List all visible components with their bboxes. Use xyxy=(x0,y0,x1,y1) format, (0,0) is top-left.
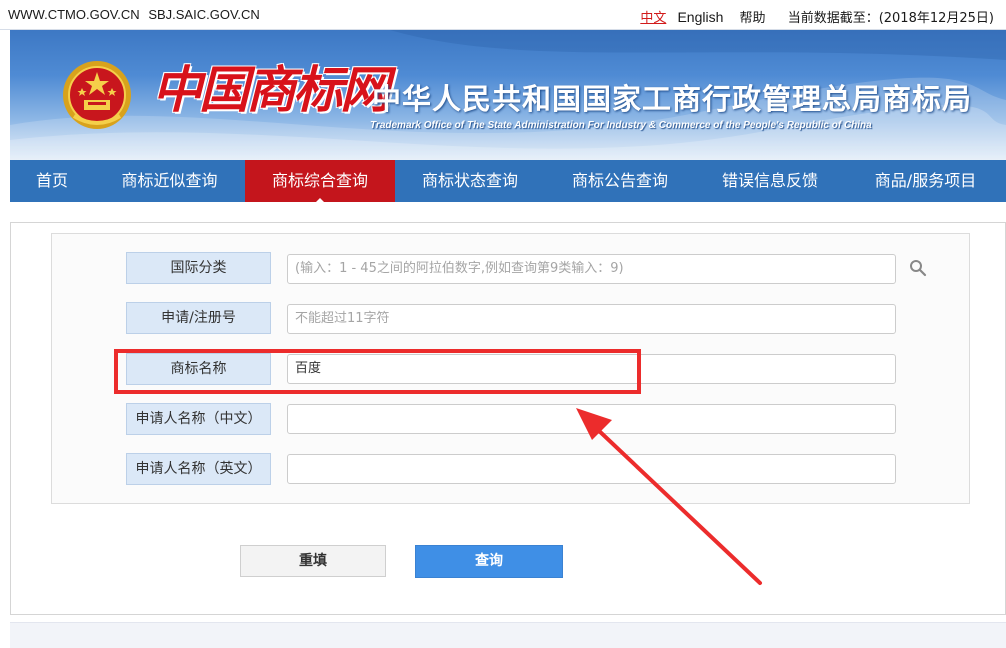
nav-item-error-feedback[interactable]: 错误信息反馈 xyxy=(695,160,845,202)
intl-class-input[interactable]: (输入：1 - 45之间的阿拉伯数字,例如查询第9类输入：9) xyxy=(287,254,896,284)
label-applicant-cn: 申请人名称（中文） xyxy=(126,403,271,435)
top-bar: WWW.CTMO.GOV.CN SBJ.SAIC.GOV.CN 中文 Engli… xyxy=(0,0,1006,30)
nav-item-similar-search[interactable]: 商标近似查询 xyxy=(94,160,245,202)
applicant-cn-input[interactable] xyxy=(287,404,896,434)
annotation-highlight-box xyxy=(114,349,641,394)
footer-strip xyxy=(10,622,1006,648)
top-bar-links: 中文 English 帮助 当前数据截至：(2018年12月25日) xyxy=(640,7,994,26)
lang-english-link[interactable]: English xyxy=(677,9,723,25)
label-intl-class: 国际分类 xyxy=(126,252,271,284)
lang-chinese-link[interactable]: 中文 xyxy=(640,11,666,26)
nav-item-status-search[interactable]: 商标状态查询 xyxy=(395,160,545,202)
agency-title-english: Trademark Office of The State Administra… xyxy=(370,120,872,131)
site-logo-text: 中国商标网 xyxy=(152,60,390,119)
url-ctmo[interactable]: WWW.CTMO.GOV.CN xyxy=(8,7,140,22)
header-banner: 中国商标网 中华人民共和国国家工商行政管理总局商标局 Trademark Off… xyxy=(10,30,1006,160)
nav-item-announcement-search[interactable]: 商标公告查询 xyxy=(545,160,695,202)
page-root: WWW.CTMO.GOV.CN SBJ.SAIC.GOV.CN 中文 Engli… xyxy=(0,0,1006,648)
site-urls: WWW.CTMO.GOV.CN SBJ.SAIC.GOV.CN xyxy=(8,7,265,22)
nav-item-goods-services[interactable]: 商品/服务项目 xyxy=(845,160,1006,202)
main-nav: 首页 商标近似查询 商标综合查询 商标状态查询 商标公告查询 错误信息反馈 商品… xyxy=(10,160,1006,203)
reg-number-input[interactable]: 不能超过11字符 xyxy=(287,304,896,334)
national-emblem-icon xyxy=(63,61,131,129)
label-reg-number: 申请/注册号 xyxy=(126,302,271,334)
nav-item-comprehensive-search[interactable]: 商标综合查询 xyxy=(245,160,395,203)
agency-title-chinese: 中华人民共和国国家工商行政管理总局商标局 xyxy=(372,82,973,116)
url-sbj[interactable]: SBJ.SAIC.GOV.CN xyxy=(148,7,260,22)
reset-button[interactable]: 重填 xyxy=(240,545,386,577)
submit-search-button[interactable]: 查询 xyxy=(415,545,563,578)
data-date-label: 当前数据截至：(2018年12月25日) xyxy=(787,11,994,26)
search-icon[interactable] xyxy=(909,259,927,277)
applicant-en-input[interactable] xyxy=(287,454,896,484)
label-applicant-en: 申请人名称（英文） xyxy=(126,453,271,485)
help-link[interactable]: 帮助 xyxy=(740,11,766,26)
nav-item-home[interactable]: 首页 xyxy=(10,160,94,202)
